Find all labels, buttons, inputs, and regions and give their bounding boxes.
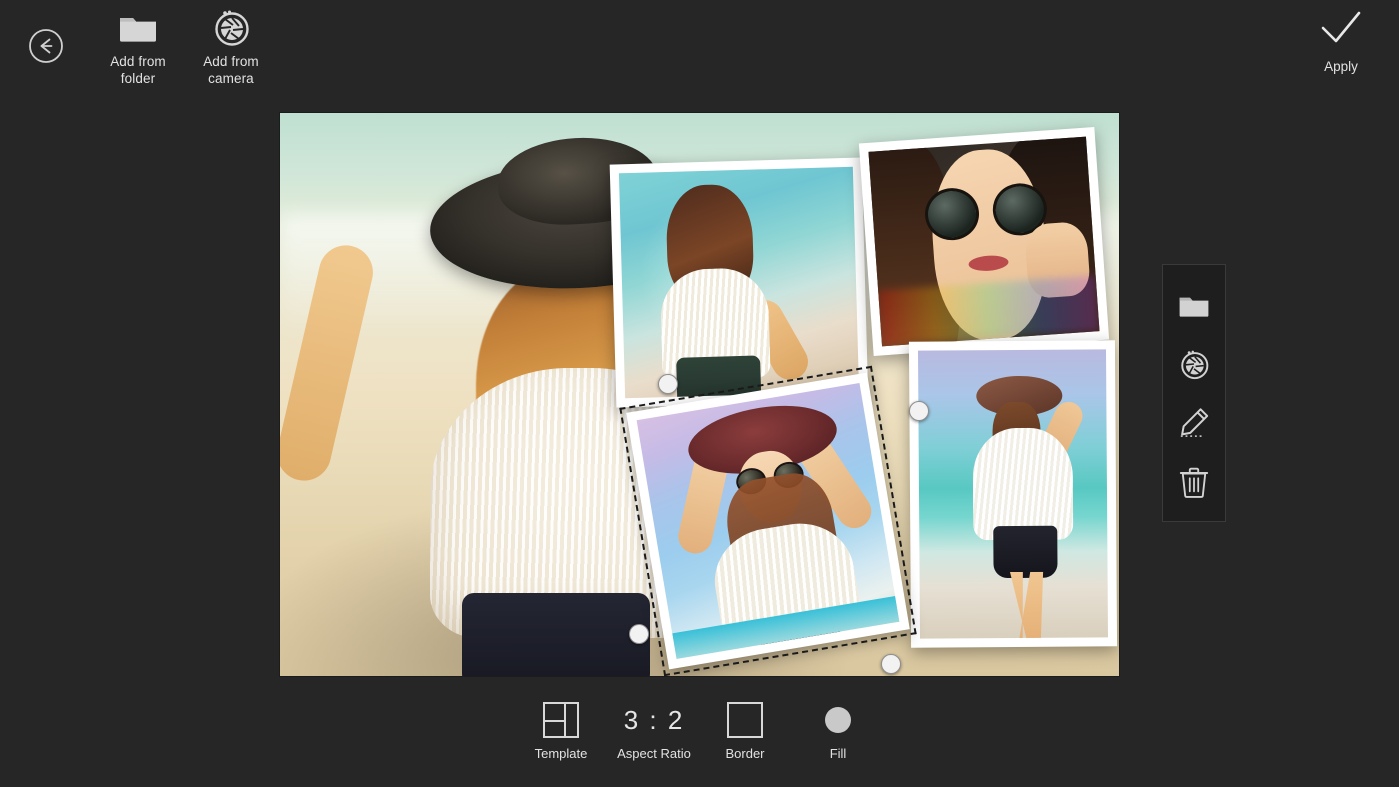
template-grid-icon [543,698,579,742]
apply-button[interactable]: Apply [1303,8,1379,74]
photo-context-toolbar [1162,264,1226,522]
add-from-folder-label: Add from folder [110,54,166,86]
trash-icon [1179,467,1209,498]
edit-photo-button[interactable] [1172,401,1216,445]
aspect-ratio-value: 3 : 2 [624,698,685,742]
camera-aperture-icon [209,4,253,50]
fill-button[interactable]: Fill [800,698,876,761]
border-button[interactable]: Border [703,698,787,761]
add-from-camera-label: Add from camera [203,54,259,86]
collage-photo-mid-image [618,166,860,399]
aspect-ratio-text: 3 : 2 [623,704,685,735]
delete-photo-button[interactable] [1172,460,1216,504]
app-root: Add from folder Add from camera Apply Te… [0,0,1399,787]
selection-handle-top-left[interactable] [658,374,678,394]
bottom-app-bar: Template 3 : 2 Aspect Ratio Border Fill [0,690,1399,787]
aspect-ratio-button[interactable]: 3 : 2 Aspect Ratio [599,698,709,762]
template-label: Template [534,746,588,761]
decor-shorts [462,593,650,676]
back-arrow-icon [29,29,63,63]
collage-photo-portrait[interactable] [858,127,1110,356]
camera-aperture-icon [1181,350,1209,379]
checkmark-icon [1317,8,1365,53]
apply-label: Apply [1324,59,1358,74]
template-button[interactable]: Template [517,698,605,761]
replace-from-folder-button[interactable] [1172,283,1216,327]
border-label: Border [725,746,765,761]
collage-photo-portrait-image [868,136,1100,347]
collage-photo-walking[interactable] [908,340,1118,648]
folder-icon [118,4,158,50]
fill-label: Fill [829,746,847,761]
collage-canvas[interactable] [280,113,1119,676]
collage-photo-walking-image [917,349,1109,639]
aspect-ratio-label: Aspect Ratio [617,746,691,761]
collage-photo-mid[interactable] [609,157,869,408]
filled-circle-icon [825,698,851,742]
collage-photo-selected-image [636,383,900,659]
square-outline-icon [727,698,763,742]
top-app-bar: Add from folder Add from camera Apply [0,0,1399,100]
selection-handle-bottom-left[interactable] [629,624,649,644]
collage-photo-selected[interactable] [626,372,910,670]
pencil-icon [1180,407,1209,437]
selection-handle-top-right[interactable] [909,401,929,421]
folder-icon [1179,297,1209,317]
selection-handle-bottom-right[interactable] [881,654,901,674]
add-from-camera-button[interactable]: Add from camera [176,4,286,87]
replace-from-camera-button[interactable] [1172,342,1216,386]
back-button[interactable] [28,28,64,64]
